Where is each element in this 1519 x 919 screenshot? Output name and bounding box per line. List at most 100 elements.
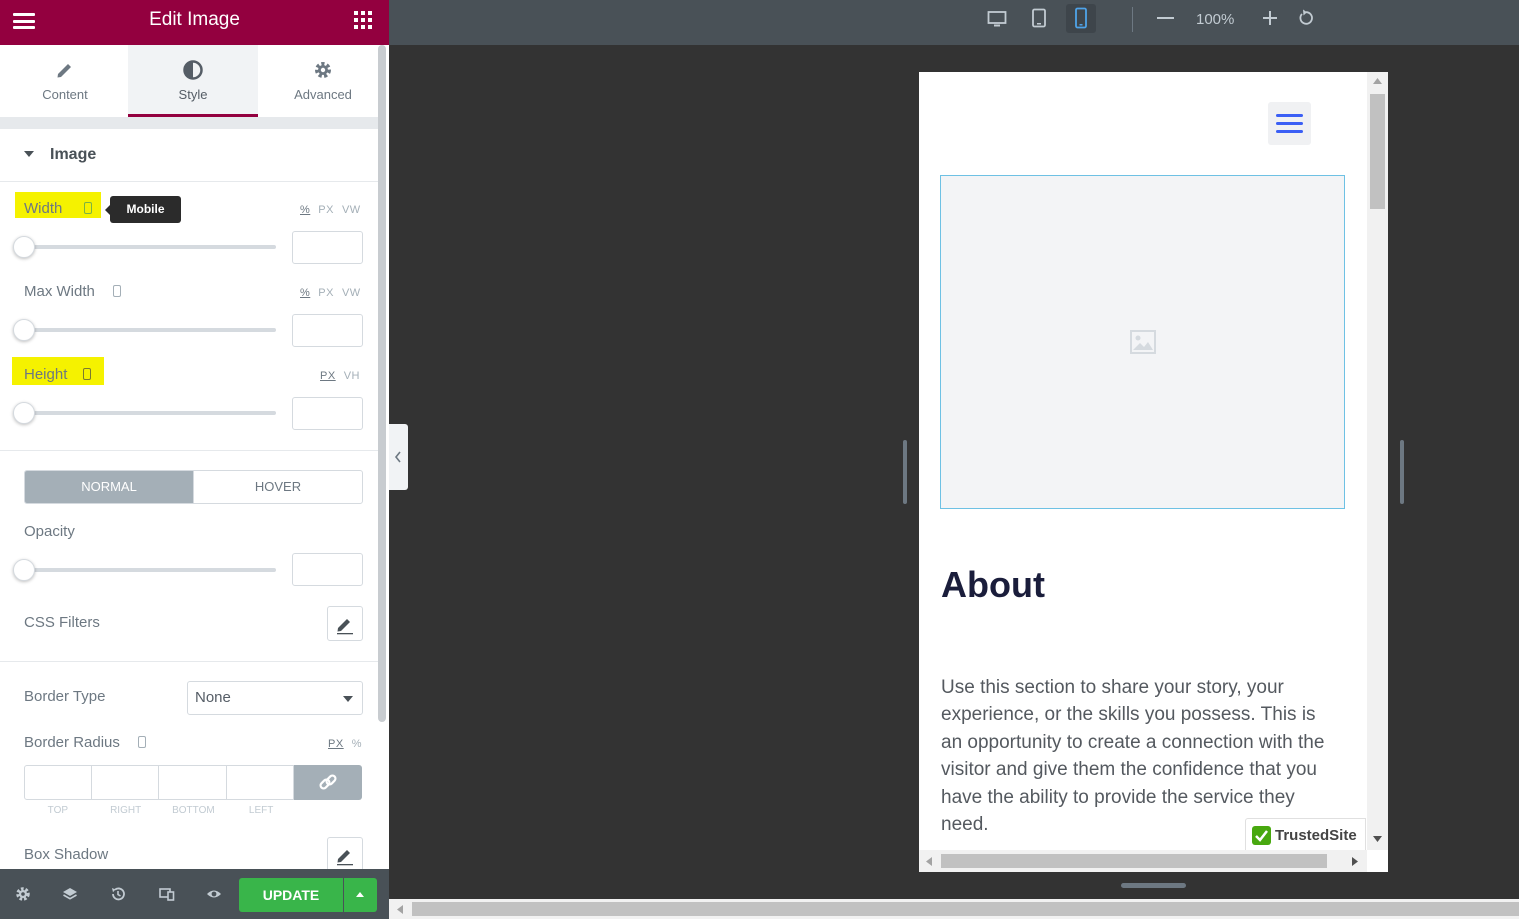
mobile-device-icon[interactable] — [112, 285, 121, 298]
zoom-out-icon[interactable] — [1157, 17, 1174, 19]
resize-handle-left[interactable] — [903, 440, 907, 504]
desktop-device-icon[interactable] — [987, 9, 1007, 34]
width-slider[interactable] — [26, 245, 276, 249]
width-input[interactable] — [292, 231, 363, 264]
tab-advanced[interactable]: Advanced — [258, 45, 388, 117]
history-icon[interactable] — [110, 886, 126, 902]
tab-hover[interactable]: HOVER — [193, 471, 362, 503]
unit-px[interactable]: PX — [328, 738, 344, 750]
unit-percent[interactable]: % — [300, 287, 310, 299]
height-label: Height — [24, 366, 92, 383]
height-input[interactable] — [292, 397, 363, 430]
height-units: PX VH — [312, 370, 360, 382]
unit-px[interactable]: PX — [318, 287, 334, 299]
height-slider-handle[interactable] — [13, 402, 35, 424]
height-slider[interactable] — [26, 411, 276, 415]
opacity-input[interactable] — [292, 553, 363, 586]
preview-horizontal-scrollbar[interactable] — [919, 850, 1367, 872]
reset-zoom-icon[interactable] — [1298, 9, 1314, 32]
responsive-toolbar — [389, 0, 1519, 45]
mobile-device-icon[interactable] — [137, 736, 146, 749]
tab-style[interactable]: Style — [128, 45, 258, 117]
box-shadow-label: Box Shadow — [24, 846, 109, 863]
image-placeholder[interactable] — [940, 175, 1345, 509]
radius-top-input[interactable] — [24, 765, 92, 800]
image-icon — [1130, 330, 1156, 354]
caret-up-icon — [356, 892, 364, 897]
radius-bottom-input[interactable] — [159, 765, 227, 800]
widgets-grid-icon[interactable] — [354, 11, 372, 29]
check-icon — [1252, 826, 1271, 845]
unit-px[interactable]: PX — [320, 370, 336, 382]
opacity-slider[interactable] — [26, 568, 276, 572]
tab-content[interactable]: Content — [0, 45, 130, 117]
settings-gear-icon[interactable] — [15, 886, 31, 902]
caret-down-icon — [24, 151, 34, 157]
arrow-down-icon — [1373, 836, 1382, 842]
unit-percent[interactable]: % — [300, 204, 310, 216]
border-type-label: Border Type — [24, 688, 106, 705]
preview-vertical-scrollbar[interactable] — [1367, 72, 1388, 850]
mobile-device-button[interactable] — [1066, 4, 1096, 33]
tab-label: Advanced — [294, 87, 352, 102]
mobile-menu-button[interactable] — [1268, 102, 1311, 145]
radius-left-input[interactable] — [226, 765, 294, 800]
tablet-device-icon[interactable] — [1031, 8, 1047, 33]
preview-eye-icon[interactable] — [206, 886, 222, 902]
unit-percent[interactable]: % — [352, 738, 362, 750]
update-button[interactable]: UPDATE — [239, 878, 343, 912]
width-units: % PX VW — [292, 204, 361, 216]
radius-right-input[interactable] — [91, 765, 159, 800]
editor-panel: Edit Image Content Style Advanced Image … — [0, 0, 389, 919]
section-image-header[interactable]: Image — [0, 129, 378, 182]
width-slider-handle[interactable] — [13, 236, 35, 258]
arrow-up-icon — [1373, 78, 1382, 84]
chevron-left-icon — [394, 451, 401, 463]
gear-icon — [258, 59, 388, 81]
max-width-label: Max Width — [24, 283, 121, 300]
panel-scrollbar-thumb[interactable] — [378, 45, 386, 722]
max-width-units: % PX VW — [292, 287, 361, 299]
box-shadow-edit-button[interactable] — [327, 837, 363, 872]
arrow-right-icon — [1352, 857, 1358, 866]
state-toggle: NORMAL HOVER — [24, 470, 363, 504]
page-horizontal-scrollbar[interactable] — [389, 899, 1519, 919]
unit-px[interactable]: PX — [318, 204, 334, 216]
tab-label: Content — [42, 87, 88, 102]
zoom-in-icon[interactable] — [1262, 10, 1278, 31]
arrow-left-icon — [397, 905, 403, 914]
css-filters-edit-button[interactable] — [327, 606, 363, 641]
mobile-device-icon[interactable] — [84, 202, 93, 215]
about-heading: About — [941, 564, 1045, 605]
panel-tabs: Content Style Advanced — [0, 45, 378, 117]
update-options-button[interactable] — [344, 878, 377, 912]
chevron-down-icon — [343, 696, 353, 702]
max-width-input[interactable] — [292, 314, 363, 347]
zoom-level: 100% — [1196, 11, 1235, 28]
border-radius-fields — [24, 765, 363, 800]
unit-vw[interactable]: VW — [342, 204, 361, 216]
unit-vh[interactable]: VH — [344, 370, 360, 382]
opacity-slider-handle[interactable] — [13, 559, 35, 581]
border-type-select[interactable]: None — [187, 681, 363, 715]
tab-label: Style — [178, 87, 208, 102]
pencil-icon — [337, 850, 353, 866]
resize-handle-bottom[interactable] — [1121, 883, 1186, 888]
mobile-device-icon — [1075, 7, 1087, 29]
navigator-layers-icon[interactable] — [62, 886, 78, 902]
arrow-left-icon — [926, 857, 932, 866]
resize-handle-right[interactable] — [1400, 440, 1404, 504]
device-tooltip: Mobile — [105, 196, 181, 223]
trustedsite-badge[interactable]: TrustedSite — [1245, 818, 1366, 851]
collapse-panel-button[interactable] — [389, 424, 408, 490]
max-width-slider-handle[interactable] — [13, 319, 35, 341]
border-radius-units: PX% — [320, 738, 362, 750]
link-values-button[interactable] — [294, 765, 362, 800]
mobile-device-icon[interactable] — [83, 368, 92, 381]
max-width-slider[interactable] — [26, 328, 276, 332]
responsive-mode-icon[interactable] — [159, 886, 175, 902]
unit-vw[interactable]: VW — [342, 287, 361, 299]
tab-normal[interactable]: NORMAL — [25, 471, 193, 503]
about-paragraph: Use this section to share your story, yo… — [941, 677, 1325, 836]
width-label: Width — [24, 200, 93, 217]
